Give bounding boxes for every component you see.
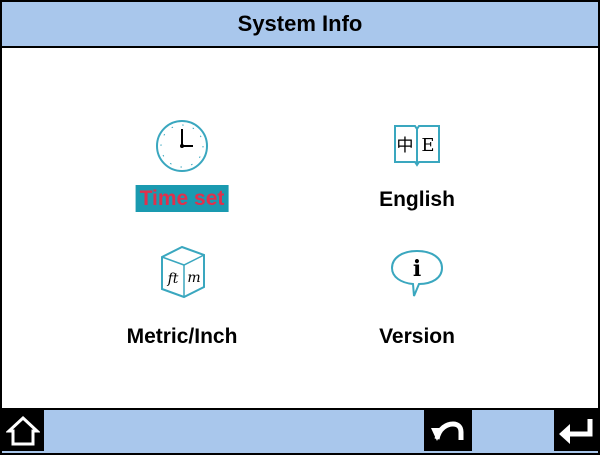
menu-item-version[interactable]: i Version (317, 247, 517, 357)
menu-item-metric-inch[interactable]: ft m Metric/Inch (82, 242, 282, 352)
menu-item-label: English (379, 188, 455, 211)
book-glyph-left: 中 (397, 136, 414, 156)
menu-item-label: Time set (135, 185, 229, 212)
clock-icon (156, 120, 208, 172)
bottom-bar (2, 408, 598, 453)
info-glyph: i (413, 256, 421, 282)
menu-item-time-set[interactable]: Time set (82, 117, 282, 227)
back-icon (431, 420, 464, 441)
back-button[interactable] (424, 410, 472, 451)
info-bubble-icon: i (390, 249, 444, 297)
book-glyph-right: E (421, 135, 434, 156)
unit-cube-icon: ft m (161, 245, 205, 299)
home-button[interactable] (2, 410, 44, 451)
menu-item-label: Version (379, 325, 455, 348)
enter-button[interactable] (554, 410, 598, 451)
home-icon (6, 415, 40, 445)
menu-item-english[interactable]: 中 E English (317, 120, 517, 230)
menu-item-label: Metric/Inch (126, 325, 238, 348)
enter-icon (559, 418, 593, 444)
system-info-screen: System Info Time set 中 E English ft m Me… (0, 0, 600, 455)
book-language-icon: 中 E (394, 125, 440, 167)
cube-glyph-left: ft (167, 271, 179, 287)
title-bar: System Info (2, 2, 598, 48)
cube-glyph-right: m (187, 270, 200, 286)
page-title: System Info (237, 11, 363, 36)
